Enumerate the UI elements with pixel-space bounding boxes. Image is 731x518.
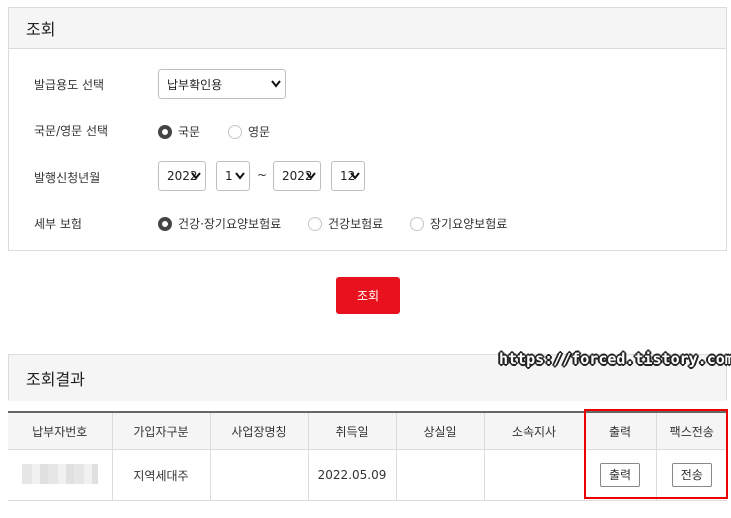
period-label: 발행신청년월 [34, 170, 101, 185]
acquired-date-cell: 2022.05.09 [308, 449, 397, 501]
query-panel-title: 조회 [9, 8, 726, 49]
column-header: 가입자구분 [112, 411, 211, 450]
radio-checked-icon [158, 124, 172, 139]
radio-label: 국문 [178, 125, 201, 139]
highlight-box [584, 409, 728, 499]
period-separator: ~ [257, 168, 268, 182]
radio-checked-icon [158, 216, 172, 231]
radio-label: 건강보험료 [328, 217, 384, 231]
subscriber-type-cell: 지역세대주 [112, 449, 211, 501]
chevron-down-icon [191, 172, 201, 180]
column-header: 사업장명칭 [210, 411, 309, 450]
chevron-down-icon [235, 172, 245, 180]
chevron-down-icon [306, 172, 316, 180]
chevron-down-icon [271, 80, 281, 88]
language-radio-korean[interactable]: 국문 [158, 123, 200, 140]
column-header: 납부자번호 [8, 411, 113, 450]
chevron-down-icon [350, 172, 360, 180]
column-header: 취득일 [308, 411, 397, 450]
branch-cell [484, 449, 585, 501]
column-header: 소속지사 [484, 411, 585, 450]
insurance-label: 세부 보험 [34, 216, 82, 231]
column-header: 상실일 [396, 411, 485, 450]
from-month-select[interactable]: 1 [216, 161, 250, 191]
purpose-select-value: 납부확인용 [167, 77, 223, 92]
radio-label: 영문 [248, 125, 271, 139]
search-button[interactable]: 조회 [336, 277, 400, 314]
radio-unchecked-icon [410, 216, 424, 231]
radio-label: 장기요양보험료 [430, 217, 508, 231]
insurance-radio-health[interactable]: 건강보험료 [308, 215, 383, 232]
watermark-text: https://forced.tistory.com [499, 350, 731, 368]
to-year-select[interactable]: 2022 [273, 161, 321, 191]
insurance-radio-combined[interactable]: 건강·장기요양보험료 [158, 215, 281, 232]
purpose-label: 발급용도 선택 [34, 77, 105, 92]
workplace-cell [210, 449, 309, 501]
from-month-value: 1 [225, 169, 233, 183]
radio-label: 건강·장기요양보험료 [178, 217, 282, 231]
radio-unchecked-icon [228, 124, 242, 139]
blurred-payer-number [21, 463, 98, 484]
to-month-select[interactable]: 12 [331, 161, 365, 191]
lost-date-cell [396, 449, 485, 501]
language-radio-english[interactable]: 영문 [228, 123, 270, 140]
insurance-radio-longterm[interactable]: 장기요양보험료 [410, 215, 507, 232]
radio-unchecked-icon [308, 216, 322, 231]
purpose-select[interactable]: 납부확인용 [158, 69, 286, 99]
from-year-select[interactable]: 2022 [158, 161, 206, 191]
payer-number-cell [8, 449, 113, 501]
language-label: 국문/영문 선택 [34, 123, 109, 138]
